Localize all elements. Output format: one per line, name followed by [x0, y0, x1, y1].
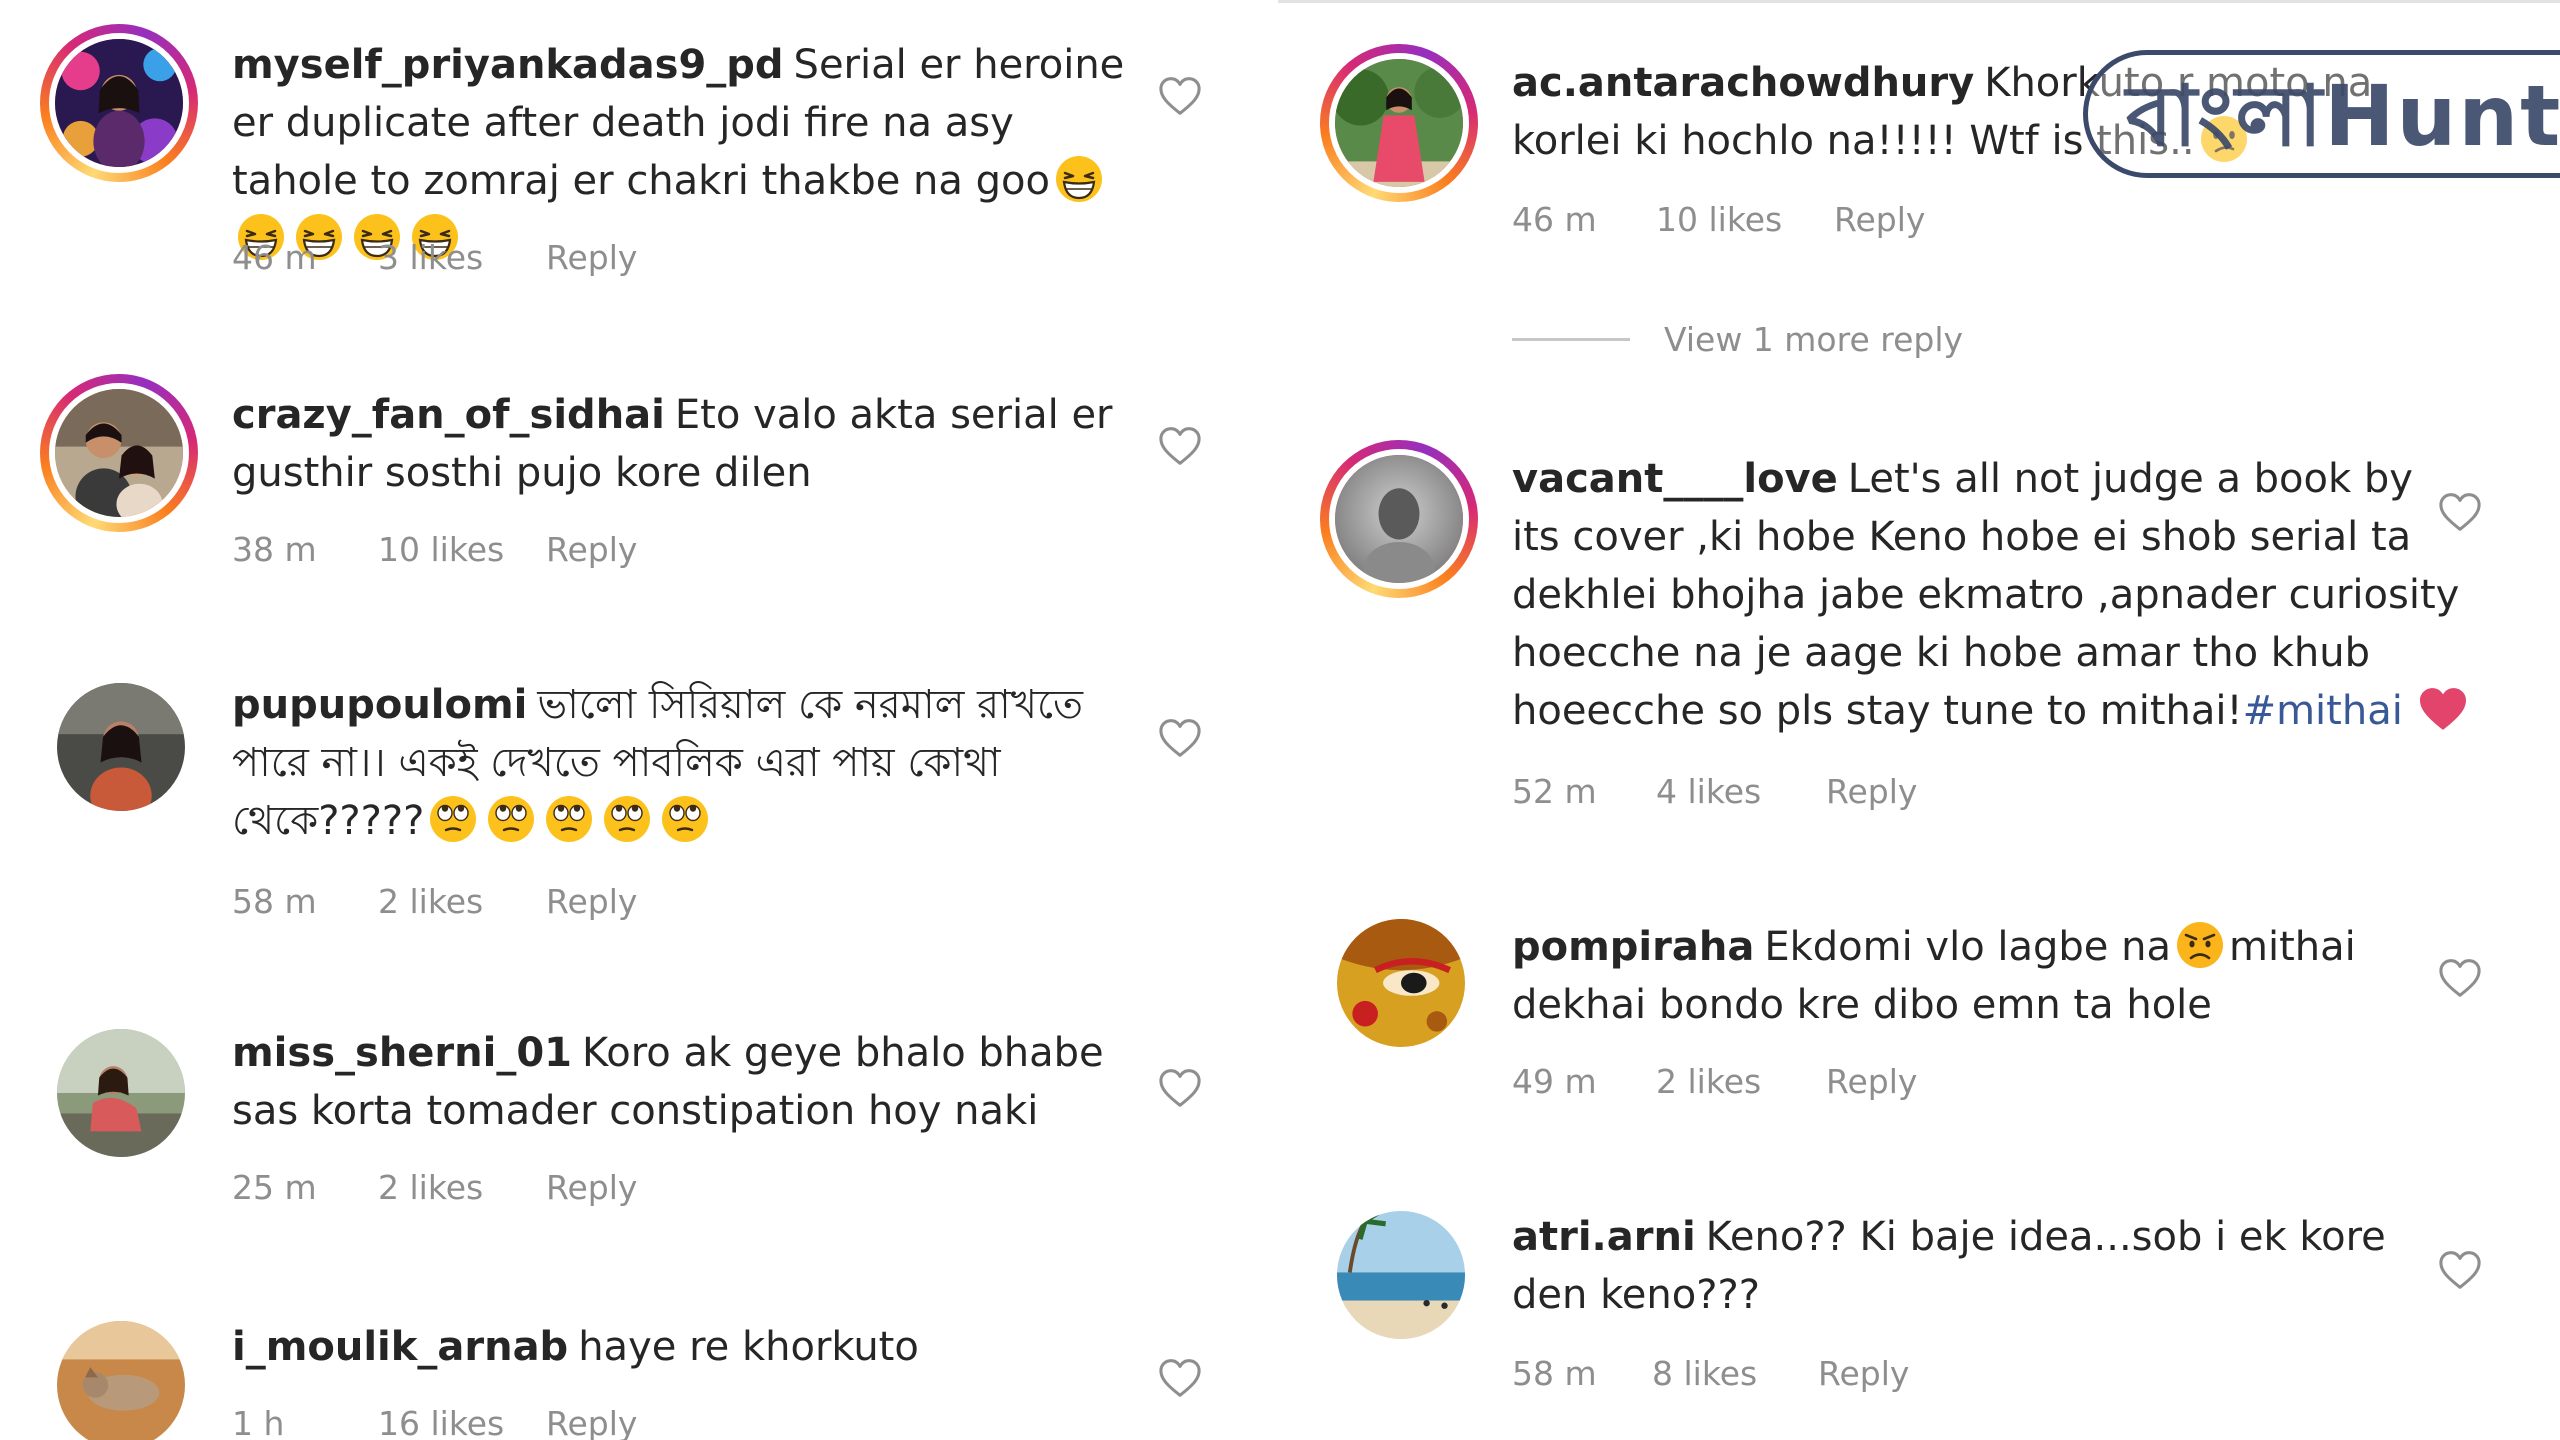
reply-button[interactable]: Reply: [546, 1404, 637, 1440]
avatar-wrapper[interactable]: [1322, 904, 1480, 1062]
like-heart-icon[interactable]: [1158, 426, 1202, 466]
comment-body: pompiraha Ekdomi vlo lagbe na mithai dekha…: [1512, 918, 2472, 1034]
reply-button[interactable]: Reply: [1818, 1354, 1909, 1393]
comment-likes[interactable]: 10 likes: [378, 530, 546, 569]
comment-meta: 58 m 2 likes Reply: [232, 882, 637, 921]
avatar[interactable]: [1329, 449, 1469, 589]
panel-divider: [1254, 0, 1278, 1440]
comment-likes[interactable]: 8 likes: [1652, 1354, 1818, 1393]
comment-time: 25 m: [232, 1168, 317, 1207]
grinning-squint-face-emoji: [1054, 154, 1104, 204]
comment-time: 46 m: [232, 238, 317, 277]
avatar-story-ring[interactable]: [40, 24, 198, 182]
comment-time: 52 m: [1512, 772, 1597, 811]
avatar-story-ring[interactable]: [1320, 440, 1478, 598]
comment-likes[interactable]: 16 likes: [378, 1404, 546, 1440]
comment-time: 1 h: [232, 1404, 285, 1440]
comment-time: 49 m: [1512, 1062, 1597, 1101]
left-comments-panel: myself_priyankadas9_pd Serial er heroine …: [0, 0, 1254, 1440]
top-divider: [1278, 0, 2560, 3]
comment-body: crazy_fan_of_sidhai Eto valo akta serial …: [232, 386, 1132, 502]
avatar[interactable]: [57, 1321, 185, 1440]
username-link[interactable]: i_moulik_arnab: [232, 1324, 568, 1370]
comment-time: 46 m: [1512, 200, 1597, 239]
username-link[interactable]: miss_sherni_01: [232, 1030, 572, 1076]
replies-divider-line: [1512, 338, 1630, 341]
like-heart-icon[interactable]: [2438, 958, 2482, 998]
avatar[interactable]: [57, 683, 185, 811]
username-link[interactable]: myself_priyankadas9_pd: [232, 42, 784, 88]
username-link[interactable]: atri.arni: [1512, 1214, 1696, 1260]
comment-likes[interactable]: 3 likes: [378, 238, 546, 277]
avatar[interactable]: [1337, 1211, 1465, 1339]
frowning-face-emoji: [2175, 920, 2225, 970]
comment-text: Ekdomi vlo lagbe na: [1764, 924, 2171, 970]
comment-time: 58 m: [232, 882, 317, 921]
comment-likes[interactable]: 2 likes: [378, 1168, 546, 1207]
comment-likes[interactable]: 2 likes: [378, 882, 546, 921]
username-link[interactable]: ac.antarachowdhury: [1512, 60, 1974, 106]
comment-likes[interactable]: 2 likes: [1656, 1062, 1826, 1101]
comment-meta: 58 m 8 likes Reply: [1512, 1354, 1909, 1393]
comment-meta: 25 m 2 likes Reply: [232, 1168, 637, 1207]
like-heart-icon[interactable]: [1158, 1068, 1202, 1108]
avatar-story-ring[interactable]: [40, 374, 198, 532]
pink-heart-emoji: [2417, 686, 2469, 732]
comment-meta: 46 m 10 likes Reply: [1512, 200, 1925, 239]
comment-body: miss_sherni_01 Koro ak geye bhalo bhabe s…: [232, 1024, 1132, 1140]
username-link[interactable]: vacant____love: [1512, 456, 1838, 502]
watermark-logo: বাংলাHunt: [2083, 50, 2560, 178]
comment-likes[interactable]: 4 likes: [1656, 772, 1826, 811]
comment-body: atri.arni Keno?? Ki baje idea...sob i ek …: [1512, 1208, 2472, 1324]
comment-body: myself_priyankadas9_pd Serial er heroine …: [232, 36, 1132, 268]
comment-text: haye re khorkuto: [578, 1324, 919, 1370]
watermark-text: বাংলাHunt: [2126, 67, 2560, 165]
eye-roll-face-emoji: [428, 794, 478, 844]
reply-button[interactable]: Reply: [546, 238, 637, 277]
avatar[interactable]: [49, 383, 189, 523]
username-link[interactable]: pupupoulomi: [232, 682, 527, 728]
view-more-replies-button[interactable]: View 1 more reply: [1512, 320, 1963, 359]
reply-button[interactable]: Reply: [1834, 200, 1925, 239]
like-heart-icon[interactable]: [2438, 492, 2482, 532]
username-link[interactable]: crazy_fan_of_sidhai: [232, 392, 665, 438]
username-link[interactable]: pompiraha: [1512, 924, 1754, 970]
like-heart-icon[interactable]: [1158, 718, 1202, 758]
avatar-wrapper[interactable]: [42, 1014, 200, 1172]
comment-meta: 1 h 16 likes Reply: [232, 1404, 637, 1440]
comment-body: pupupoulomi ভালো সিরিয়াল কে নরমাল রাখতে …: [232, 676, 1132, 850]
reply-button[interactable]: Reply: [1826, 1062, 1917, 1101]
eye-roll-face-emoji: [544, 794, 594, 844]
comment-time: 58 m: [1512, 1354, 1597, 1393]
right-comments-panel: ac.antarachowdhury Khorkuto r moto na kor…: [1278, 0, 2560, 1440]
reply-button[interactable]: Reply: [546, 530, 637, 569]
avatar[interactable]: [49, 33, 189, 173]
comment-body: i_moulik_arnab haye re khorkuto: [232, 1318, 1132, 1376]
comment-meta: 52 m 4 likes Reply: [1512, 772, 1917, 811]
eye-roll-face-emoji: [486, 794, 536, 844]
comment-time: 38 m: [232, 530, 317, 569]
avatar[interactable]: [57, 1029, 185, 1157]
comment-meta: 49 m 2 likes Reply: [1512, 1062, 1917, 1101]
avatar-wrapper[interactable]: [42, 668, 200, 826]
like-heart-icon[interactable]: [1158, 76, 1202, 116]
reply-button[interactable]: Reply: [546, 882, 637, 921]
reply-button[interactable]: Reply: [1826, 772, 1917, 811]
like-heart-icon[interactable]: [1158, 1358, 1202, 1398]
comment-meta: 46 m 3 likes Reply: [232, 238, 637, 277]
avatar-wrapper[interactable]: [1322, 1196, 1480, 1354]
hashtag-link[interactable]: #mithai: [2243, 688, 2403, 734]
avatar[interactable]: [1337, 919, 1465, 1047]
avatar-story-ring[interactable]: [1320, 44, 1478, 202]
reply-button[interactable]: Reply: [546, 1168, 637, 1207]
comment-meta: 38 m 10 likes Reply: [232, 530, 637, 569]
comment-likes[interactable]: 10 likes: [1656, 200, 1834, 239]
eye-roll-face-emoji: [602, 794, 652, 844]
view-replies-label[interactable]: View 1 more reply: [1664, 320, 1963, 359]
like-heart-icon[interactable]: [2438, 1250, 2482, 1290]
comment-body: vacant____love Let's all not judge a book…: [1512, 450, 2472, 740]
avatar-wrapper[interactable]: [42, 1306, 200, 1440]
avatar[interactable]: [1329, 53, 1469, 193]
eye-roll-face-emoji: [660, 794, 710, 844]
